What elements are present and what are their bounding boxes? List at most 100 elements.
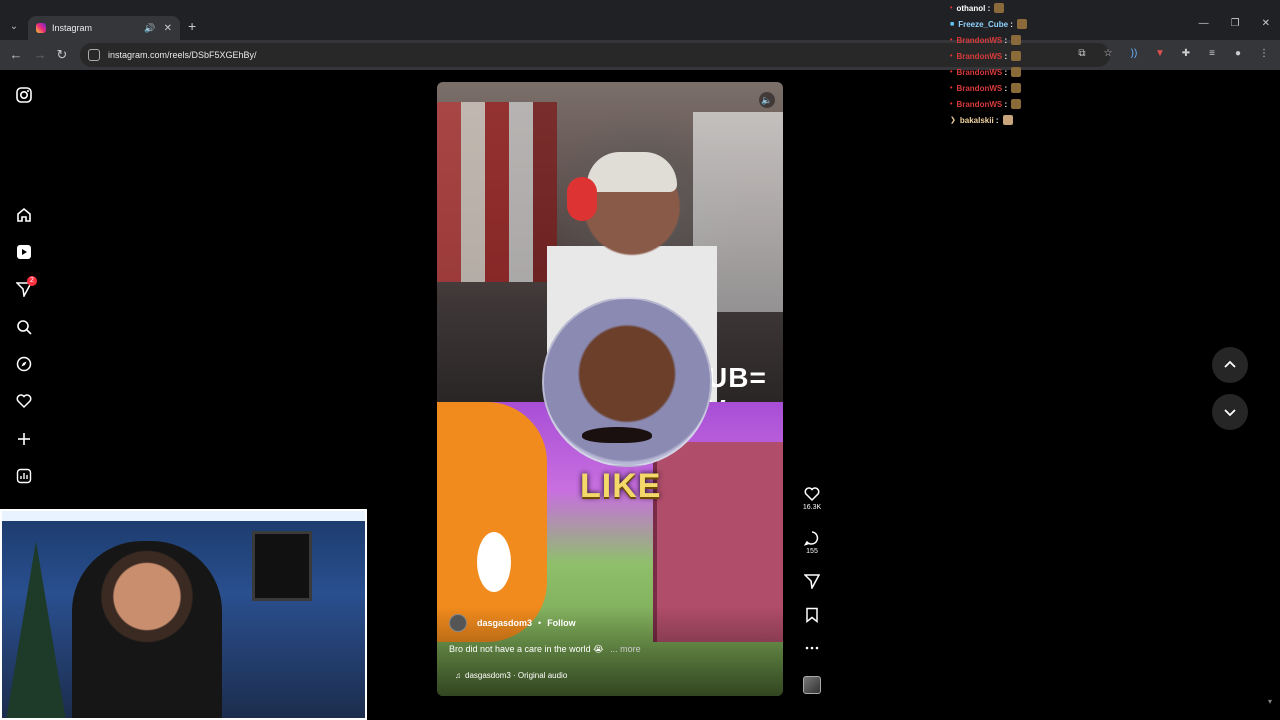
- audio-row[interactable]: ♫ dasgasdom3 · Original audio: [455, 671, 567, 680]
- caption: Bro did not have a care in the world 😭 .…: [449, 644, 641, 655]
- comment-action[interactable]: 155: [800, 530, 824, 555]
- search-icon[interactable]: [16, 319, 32, 335]
- chat-line: • othanol :: [950, 0, 1070, 16]
- speaker-icon[interactable]: 🔊: [144, 23, 155, 34]
- dashboard-chart-icon[interactable]: [16, 468, 32, 484]
- like-action[interactable]: 16.3K: [800, 486, 824, 511]
- save-action[interactable]: [800, 607, 824, 623]
- extensions-puzzle-icon[interactable]: ✚: [1180, 48, 1192, 60]
- tab-search-icon[interactable]: ⌄: [6, 18, 22, 34]
- browser-tab-strip: ⌄ Instagram 🔊 ✕ + — ❐ ✕: [0, 0, 1280, 40]
- chat-user: bakalskii: [959, 115, 994, 125]
- wall-frame: [252, 531, 312, 601]
- christmas-tree: [6, 541, 66, 718]
- headset: [567, 177, 597, 221]
- previous-reel-button[interactable]: [1212, 347, 1248, 383]
- share-action[interactable]: [800, 573, 824, 589]
- emote-icon: [1016, 19, 1027, 29]
- heart-icon[interactable]: [804, 486, 820, 502]
- chat-user: BrandonWS: [956, 99, 1003, 109]
- extension-wave-icon[interactable]: )): [1128, 48, 1140, 60]
- music-note-icon: ♫: [455, 671, 461, 680]
- share-icon[interactable]: [804, 573, 820, 589]
- explore-compass-icon[interactable]: [16, 356, 32, 372]
- browser-tab[interactable]: Instagram 🔊 ✕: [28, 16, 180, 40]
- stream-chat-overlay: • othanol : ■ Freeze_Cube : • BrandonWS : •…: [950, 0, 1070, 128]
- chat-line: • BrandonWS :: [950, 48, 1070, 64]
- author-name[interactable]: dasgasdom3: [477, 618, 532, 628]
- more-action[interactable]: [800, 640, 824, 656]
- create-plus-icon[interactable]: [16, 431, 32, 447]
- chat-user: BrandonWS: [956, 67, 1003, 77]
- cartoon-eye: [477, 532, 511, 592]
- shelf-left: [437, 102, 557, 282]
- instagram-favicon-icon: [36, 23, 46, 33]
- audio-label: dasgasdom3 · Original audio: [465, 671, 568, 680]
- new-tab-button[interactable]: +: [188, 18, 196, 34]
- close-window-icon[interactable]: ✕: [1262, 18, 1270, 29]
- emote-icon: [1011, 67, 1022, 77]
- separator-dot: •: [538, 618, 542, 628]
- next-reel-button[interactable]: [1212, 394, 1248, 430]
- notifications-heart-icon[interactable]: [16, 393, 32, 409]
- close-tab-icon[interactable]: ✕: [164, 23, 172, 34]
- chevron-up-icon: [1224, 360, 1236, 368]
- site-info-icon[interactable]: [88, 49, 100, 61]
- messages-icon[interactable]: 2: [16, 276, 37, 297]
- more-options-icon[interactable]: [804, 640, 820, 656]
- menu-kebab-icon[interactable]: ⋮: [1258, 48, 1270, 60]
- back-icon[interactable]: ←: [8, 47, 24, 63]
- chat-line: • BrandonWS :: [950, 96, 1070, 112]
- chat-line: ■ Freeze_Cube :: [950, 16, 1070, 32]
- emote-icon: [1002, 115, 1013, 125]
- emote-icon: [1011, 35, 1022, 45]
- comment-icon[interactable]: [804, 530, 820, 546]
- extension-shield-icon[interactable]: ▼: [1154, 48, 1166, 60]
- forward-icon[interactable]: →: [32, 47, 48, 63]
- follow-button[interactable]: Follow: [547, 618, 576, 628]
- bookmark-star-icon[interactable]: ☆: [1102, 48, 1114, 60]
- reels-icon[interactable]: [16, 244, 32, 260]
- home-icon[interactable]: [16, 207, 32, 223]
- snow-trim: [2, 511, 365, 521]
- author-row: dasgasdom3 • Follow: [449, 614, 576, 632]
- tab-search-list-icon[interactable]: ≡: [1206, 48, 1218, 60]
- restore-icon[interactable]: ❐: [1231, 18, 1240, 29]
- tab-title: Instagram: [52, 23, 93, 33]
- mute-icon[interactable]: 🔈: [759, 92, 775, 108]
- chat-user: BrandonWS: [956, 51, 1003, 61]
- webcam-streamer: [72, 541, 222, 718]
- author-avatar[interactable]: [449, 614, 467, 632]
- messages-badge: 2: [27, 276, 37, 286]
- url-text: instagram.com/reels/DSbF5XGEhBy/: [108, 50, 257, 60]
- emote-icon: [994, 3, 1005, 13]
- reload-icon[interactable]: ↻: [54, 47, 70, 63]
- chat-user: Freeze_Cube: [958, 19, 1009, 29]
- comment-count: 155: [806, 548, 818, 555]
- emote-icon: [1011, 51, 1022, 61]
- emote-icon: [1011, 99, 1022, 109]
- chat-line: • BrandonWS :: [950, 64, 1070, 80]
- like-count: 16.3K: [802, 504, 822, 511]
- chat-line: • BrandonWS :: [950, 32, 1070, 48]
- profile-avatar-icon[interactable]: ●: [1232, 48, 1244, 60]
- chat-user: othanol: [956, 3, 986, 13]
- caption-text: Bro did not have a care in the world 😭: [449, 644, 604, 654]
- emote-icon: [1011, 83, 1022, 93]
- minimize-icon[interactable]: —: [1199, 18, 1209, 29]
- reel-video[interactable]: UB= V LIKE 🔈 dasgasdom3 • Follow Bro did…: [437, 82, 783, 696]
- chat-line: • BrandonWS :: [950, 80, 1070, 96]
- cap: [587, 152, 677, 192]
- bookmark-icon[interactable]: [804, 607, 820, 623]
- audio-thumbnail[interactable]: [803, 676, 821, 694]
- scroll-down-arrow-icon: ▾: [1268, 697, 1273, 706]
- like-overlay-text: LIKE: [580, 467, 662, 505]
- instagram-logo-icon[interactable]: [16, 87, 32, 103]
- mustache: [582, 427, 652, 443]
- browser-toolbar: ← → ↻ instagram.com/reels/DSbF5XGEhBy/ ⧉…: [0, 40, 1280, 70]
- caption-more-link[interactable]: ... more: [610, 644, 641, 654]
- install-icon[interactable]: ⧉: [1076, 48, 1088, 60]
- toolbar-icons: ⧉ ☆ )) ▼ ✚ ≡ ● ⋮: [1076, 48, 1270, 60]
- webcam-overlay: [0, 509, 367, 720]
- chevron-down-icon: [1224, 409, 1236, 417]
